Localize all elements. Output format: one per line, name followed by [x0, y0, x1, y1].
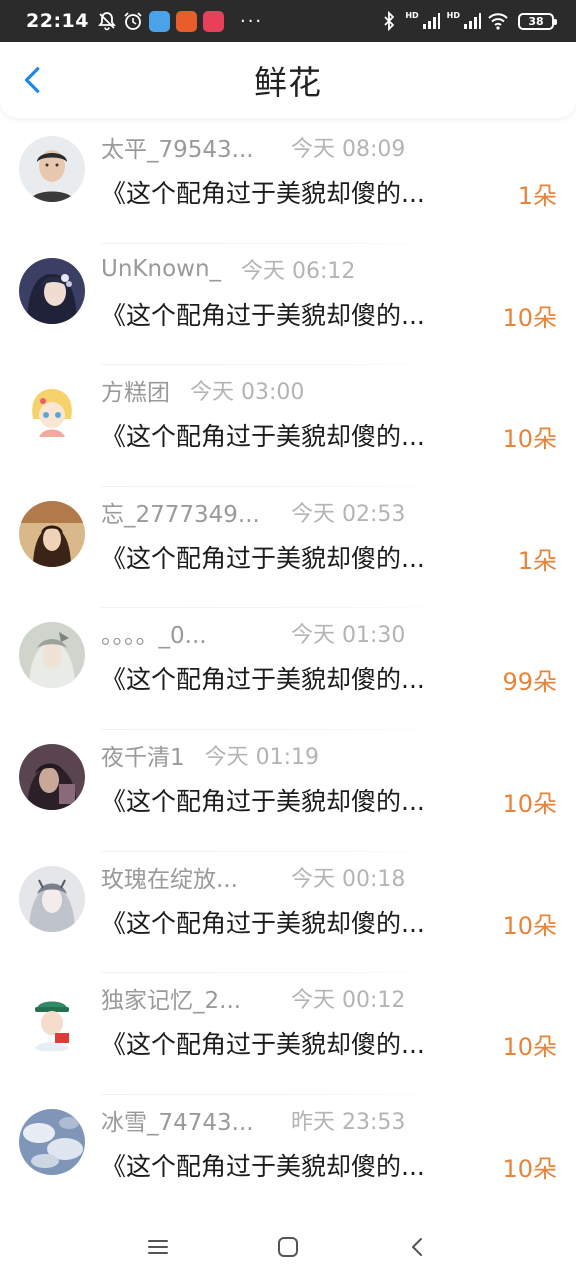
book-title[interactable]: 《这个配角过于美貌却傻的... [101, 417, 496, 453]
flower-count: 10朵 [502, 1033, 557, 1062]
signal-label-2: HD [446, 10, 460, 20]
avatar[interactable] [19, 136, 85, 202]
flower-count: 10朵 [502, 303, 557, 332]
avatar[interactable] [19, 865, 85, 932]
timestamp: 今天 01:30 [291, 623, 406, 649]
flower-count: 10朵 [502, 425, 557, 454]
timestamp: 昨天 23:53 [291, 1109, 406, 1135]
timestamp: 今天 06:12 [241, 258, 356, 284]
timestamp: 今天 08:09 [291, 137, 406, 162]
book-title[interactable]: 《这个配角过于美貌却傻的... [101, 904, 496, 940]
list-item[interactable]: 。。。。_0... 今天 01:30 《这个配角过于美貌却傻的... 99朵 [0, 608, 576, 730]
bluetooth-icon [379, 10, 399, 32]
flower-list: 太平_79543... 今天 08:09 《这个配角过于美貌却傻的... 1朵 … [0, 122, 576, 1217]
signal-label-1: HD [405, 10, 419, 20]
username[interactable]: 玫瑰在绽放... [101, 860, 271, 894]
header: 鲜花 [0, 42, 576, 118]
username[interactable]: 独家记忆_2... [101, 981, 271, 1015]
avatar[interactable] [19, 743, 85, 810]
book-title[interactable]: 《这个配角过于美貌却傻的... [101, 1025, 496, 1061]
menu-button[interactable] [140, 1232, 176, 1262]
item-meta: 冰雪_74743... 昨天 23:53 [101, 1103, 406, 1137]
timestamp: 今天 00:12 [291, 988, 406, 1014]
home-button[interactable] [270, 1232, 306, 1262]
flower-count: 1朵 [517, 546, 557, 575]
avatar[interactable] [19, 987, 85, 1054]
app-icon-red [202, 10, 224, 32]
avatar[interactable] [19, 500, 85, 567]
system-back-button[interactable] [400, 1232, 436, 1262]
flower-count: 10朵 [502, 1154, 557, 1183]
list-item[interactable]: 独家记忆_2... 今天 00:12 《这个配角过于美貌却傻的... 10朵 [0, 973, 576, 1095]
timestamp: 今天 02:53 [291, 501, 406, 527]
item-meta: 夜千清1 今天 01:19 [101, 738, 320, 772]
alarm-icon [123, 11, 143, 31]
back-chevron-icon [412, 1238, 422, 1256]
chevron-left-icon [24, 67, 40, 93]
item-meta: UnKnown_ 今天 06:12 [101, 254, 355, 284]
status-bar: 22:14 ··· HD HD 38 [0, 0, 576, 42]
status-left-icons: ··· [97, 10, 264, 32]
back-button[interactable] [14, 60, 54, 100]
app-icon-blue [148, 10, 170, 32]
flower-count: 1朵 [517, 182, 557, 210]
book-title[interactable]: 《这个配角过于美貌却傻的... [101, 660, 496, 696]
flower-count: 10朵 [502, 789, 557, 818]
avatar[interactable] [19, 622, 85, 689]
username[interactable]: 。。。。_0... [101, 616, 271, 650]
flower-count: 10朵 [502, 911, 557, 940]
timestamp: 今天 03:00 [190, 380, 305, 406]
item-meta: 忘_2777349... 今天 02:53 [101, 495, 406, 529]
signal-icon [462, 11, 482, 31]
list-item[interactable]: 方糕团 今天 03:00 《这个配角过于美貌却傻的... 10朵 [0, 365, 576, 487]
item-meta: 玫瑰在绽放... 今天 00:18 [101, 860, 406, 894]
avatar[interactable] [19, 379, 85, 446]
item-meta: 太平_79543... 今天 08:09 [101, 130, 406, 164]
timestamp: 今天 01:19 [204, 744, 320, 770]
signal-icon [421, 11, 441, 31]
username[interactable]: 忘_2777349... [101, 495, 271, 529]
list-item[interactable]: 冰雪_74743... 昨天 23:53 《这个配角过于美貌却傻的... 10朵 [0, 1095, 576, 1217]
wifi-icon [488, 11, 508, 31]
username[interactable]: 夜千清1 [101, 738, 185, 772]
flower-count: 99朵 [502, 668, 557, 697]
home-square-icon [278, 1237, 298, 1257]
list-item[interactable]: UnKnown_ 今天 06:12 《这个配角过于美貌却傻的... 10朵 [0, 244, 576, 366]
list-item[interactable]: 太平_79543... 今天 08:09 《这个配角过于美貌却傻的... 1朵 [0, 122, 576, 244]
page-title: 鲜花 [254, 63, 322, 102]
item-meta: 。。。。_0... 今天 01:30 [101, 616, 406, 650]
username[interactable]: 太平_79543... [101, 130, 271, 164]
status-time: 22:14 [26, 10, 89, 32]
menu-icon [148, 1240, 168, 1254]
book-title[interactable]: 《这个配角过于美貌却傻的... [101, 174, 496, 210]
username[interactable]: 冰雪_74743... [101, 1103, 271, 1137]
book-title[interactable]: 《这个配角过于美貌却傻的... [101, 539, 496, 575]
status-right: HD HD 38 [379, 10, 557, 32]
book-title[interactable]: 《这个配角过于美貌却傻的... [101, 782, 496, 818]
avatar[interactable] [19, 1108, 85, 1175]
book-title[interactable]: 《这个配角过于美貌却傻的... [101, 296, 496, 332]
app-icon-orange [175, 10, 197, 32]
more-notifications: ··· [239, 10, 264, 32]
mute-bell-icon [97, 11, 117, 31]
battery-indicator: 38 [518, 12, 557, 30]
item-meta: 方糕团 今天 03:00 [101, 373, 305, 407]
book-title[interactable]: 《这个配角过于美貌却傻的... [101, 1147, 496, 1183]
timestamp: 今天 00:18 [291, 866, 406, 892]
system-nav-bar [0, 1212, 576, 1280]
username[interactable]: UnKnown_ [101, 256, 221, 282]
list-item[interactable]: 忘_2777349... 今天 02:53 《这个配角过于美貌却傻的... 1朵 [0, 487, 576, 609]
list-item[interactable]: 夜千清1 今天 01:19 《这个配角过于美貌却傻的... 10朵 [0, 730, 576, 852]
username[interactable]: 方糕团 [101, 373, 170, 407]
avatar[interactable] [19, 257, 85, 324]
list-item[interactable]: 玫瑰在绽放... 今天 00:18 《这个配角过于美貌却傻的... 10朵 [0, 852, 576, 974]
item-meta: 独家记忆_2... 今天 00:12 [101, 981, 406, 1015]
